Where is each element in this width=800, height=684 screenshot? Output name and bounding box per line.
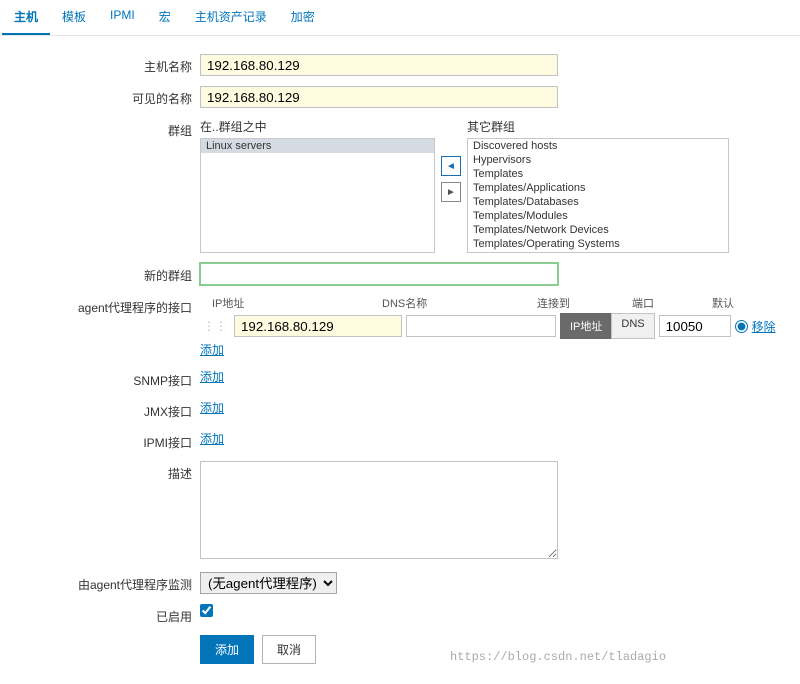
agent-dns-input[interactable] — [406, 315, 556, 337]
list-item[interactable]: Templates/Operating Systems — [468, 237, 728, 251]
submit-button[interactable]: 添加 — [200, 635, 254, 664]
agent-remove-link[interactable]: 移除 — [752, 318, 776, 335]
footer-watermark: https://blog.csdn.net/tladagio — [450, 650, 666, 664]
other-groups-listbox[interactable]: Discovered hosts Hypervisors Templates T… — [467, 138, 729, 253]
connect-dns-option[interactable]: DNS — [611, 313, 654, 339]
header-ip: IP地址 — [200, 295, 382, 311]
agent-add-link[interactable]: 添加 — [200, 343, 224, 357]
label-groups: 群组 — [10, 118, 200, 139]
enabled-checkbox[interactable] — [200, 604, 213, 617]
connect-to-toggle[interactable]: IP地址 DNS — [560, 313, 655, 339]
description-textarea[interactable] — [200, 461, 558, 559]
tab-encryption[interactable]: 加密 — [279, 0, 327, 35]
label-agent-interface: agent代理程序的接口 — [10, 295, 200, 316]
agent-default-radio[interactable] — [735, 320, 748, 333]
label-in-groups: 在..群组之中 — [200, 118, 435, 135]
label-description: 描述 — [10, 461, 200, 482]
move-left-button[interactable]: ◄ — [441, 156, 461, 176]
header-port: 端口 — [632, 295, 712, 311]
list-item[interactable]: Templates/Servers Hardware — [468, 251, 728, 253]
list-item[interactable]: Discovered hosts — [468, 139, 728, 153]
proxy-select[interactable]: (无agent代理程序) — [200, 572, 337, 594]
label-snmp-interface: SNMP接口 — [10, 368, 200, 389]
agent-ip-input[interactable] — [234, 315, 402, 337]
connect-ip-option[interactable]: IP地址 — [560, 313, 611, 339]
label-ipmi-interface: IPMI接口 — [10, 430, 200, 451]
tab-macro[interactable]: 宏 — [147, 0, 183, 35]
move-right-button[interactable]: ► — [441, 182, 461, 202]
hostname-input[interactable] — [200, 54, 558, 76]
in-groups-listbox[interactable]: Linux servers — [200, 138, 435, 253]
jmx-add-link[interactable]: 添加 — [200, 401, 224, 415]
header-default: 默认 — [712, 295, 762, 311]
cancel-button[interactable]: 取消 — [262, 635, 316, 664]
visible-name-input[interactable] — [200, 86, 558, 108]
label-other-groups: 其它群组 — [467, 118, 729, 135]
host-form: 主机名称 可见的名称 群组 在..群组之中 Linux servers ◄ ► — [0, 36, 800, 684]
tab-inventory[interactable]: 主机资产记录 — [183, 0, 279, 35]
label-visible-name: 可见的名称 — [10, 86, 200, 107]
new-group-input[interactable] — [200, 263, 558, 285]
label-hostname: 主机名称 — [10, 54, 200, 75]
list-item[interactable]: Templates/Databases — [468, 195, 728, 209]
list-item[interactable]: Templates/Modules — [468, 209, 728, 223]
list-item[interactable]: Templates — [468, 167, 728, 181]
header-connect-to: 连接到 — [537, 295, 632, 311]
list-item[interactable]: Templates/Applications — [468, 181, 728, 195]
list-item[interactable]: Templates/Network Devices — [468, 223, 728, 237]
header-dns: DNS名称 — [382, 295, 537, 311]
tab-template[interactable]: 模板 — [50, 0, 98, 35]
agent-port-input[interactable] — [659, 315, 731, 337]
tab-host[interactable]: 主机 — [2, 0, 50, 35]
label-jmx-interface: JMX接口 — [10, 399, 200, 420]
list-item[interactable]: Hypervisors — [468, 153, 728, 167]
list-item[interactable]: Linux servers — [201, 139, 434, 153]
label-enabled: 已启用 — [10, 604, 200, 625]
ipmi-add-link[interactable]: 添加 — [200, 432, 224, 446]
label-new-group: 新的群组 — [10, 263, 200, 284]
tab-ipmi[interactable]: IPMI — [98, 0, 147, 35]
label-monitored-by: 由agent代理程序监测 — [10, 572, 200, 593]
snmp-add-link[interactable]: 添加 — [200, 370, 224, 384]
tabs-bar: 主机 模板 IPMI 宏 主机资产记录 加密 — [0, 0, 800, 36]
drag-handle-icon[interactable]: ⋮⋮ — [200, 319, 230, 333]
